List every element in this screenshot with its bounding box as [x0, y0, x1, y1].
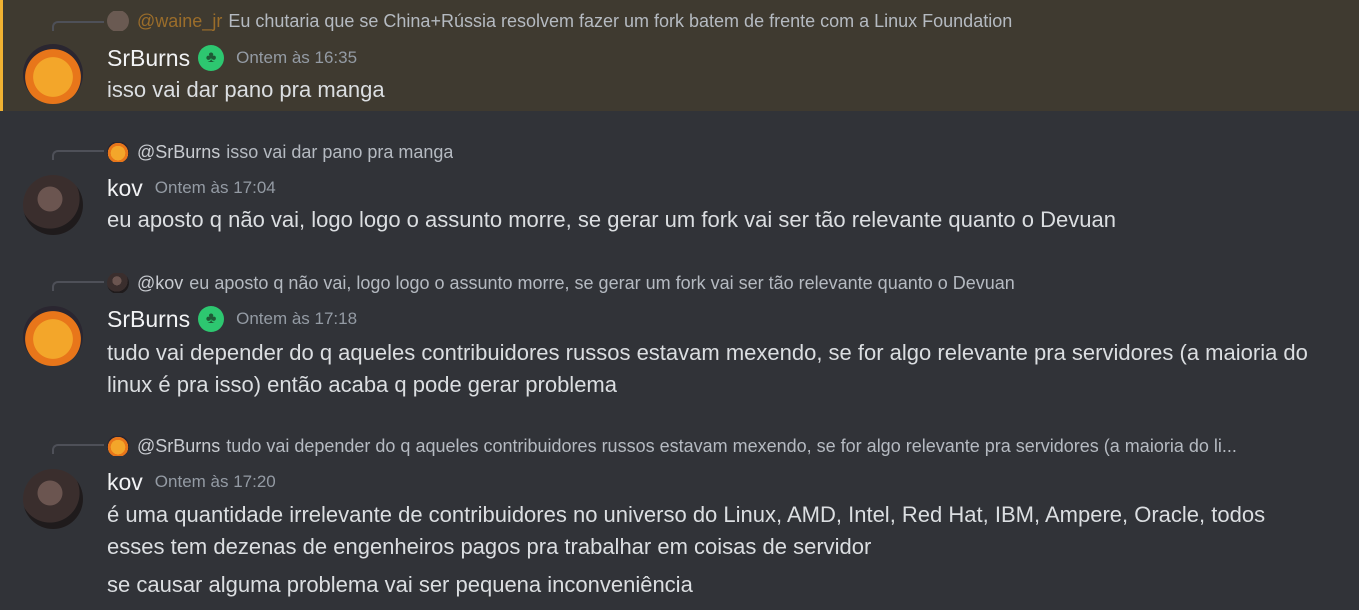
message-header: kov Ontem às 17:04 — [107, 173, 276, 203]
reply-preview[interactable]: @SrBurns isso vai dar pano pra manga — [107, 142, 1352, 162]
reply-spine — [52, 281, 104, 291]
reply-avatar — [107, 436, 129, 456]
avatar[interactable] — [23, 469, 83, 529]
timestamp: Ontem às 17:04 — [154, 178, 276, 197]
reply-mention[interactable]: @SrBurns — [137, 142, 220, 162]
reply-spine — [52, 21, 104, 31]
reply-text: eu aposto q não vai, logo logo o assunto… — [189, 273, 1015, 293]
timestamp: Ontem às 17:18 — [236, 309, 358, 328]
reply-mention[interactable]: @kov — [137, 273, 183, 293]
avatar[interactable] — [23, 44, 83, 104]
username[interactable]: kov — [107, 175, 143, 202]
reply-preview[interactable]: @SrBurns tudo vai depender do q aqueles … — [107, 436, 1352, 456]
username[interactable]: SrBurns — [107, 306, 190, 333]
reply-spine — [52, 150, 104, 160]
reply-spine — [52, 444, 104, 454]
reply-avatar — [107, 142, 129, 162]
clover-badge-icon: ♣ — [198, 45, 225, 71]
reply-mention[interactable]: @waine_jr — [137, 11, 222, 31]
message-text: eu aposto q não vai, logo logo o assunto… — [107, 204, 1352, 236]
username[interactable]: kov — [107, 469, 143, 496]
timestamp: Ontem às 16:35 — [236, 48, 358, 67]
message-line: esses tem dezenas de engenheiros pagos p… — [107, 534, 872, 559]
message-header: SrBurns ♣ Ontem às 16:35 — [107, 43, 357, 73]
reply-preview[interactable]: @waine_jr Eu chutaria que se China+Rússi… — [107, 11, 1352, 31]
message-header: SrBurns ♣ Ontem às 17:18 — [107, 304, 357, 334]
message[interactable]: @SrBurns isso vai dar pano pra manga kov… — [0, 140, 1359, 245]
message[interactable]: @SrBurns tudo vai depender do q aqueles … — [0, 434, 1359, 610]
message-header: kov Ontem às 17:20 — [107, 467, 276, 497]
message-line: tudo vai depender do q aqueles contribui… — [107, 340, 1308, 365]
message-line: isso vai dar pano pra manga — [107, 77, 385, 102]
reply-preview[interactable]: @kov eu aposto q não vai, logo logo o as… — [107, 273, 1352, 293]
message-text: isso vai dar pano pra manga — [107, 74, 1352, 106]
message[interactable]: @kov eu aposto q não vai, logo logo o as… — [0, 271, 1359, 411]
username[interactable]: SrBurns — [107, 45, 190, 72]
reply-text: Eu chutaria que se China+Rússia resolvem… — [228, 11, 1013, 31]
message-text: é uma quantidade irrelevante de contribu… — [107, 499, 1352, 601]
message-line: eu aposto q não vai, logo logo o assunto… — [107, 207, 1116, 232]
message-line: é uma quantidade irrelevante de contribu… — [107, 502, 1266, 527]
reply-mention[interactable]: @SrBurns — [137, 436, 220, 456]
message-line: linux é pra isso) então acaba q pode ger… — [107, 372, 617, 397]
reply-text: isso vai dar pano pra manga — [226, 142, 454, 162]
message-text: tudo vai depender do q aqueles contribui… — [107, 337, 1352, 401]
reply-avatar — [107, 11, 129, 31]
chat-messages: @waine_jr Eu chutaria que se China+Rússi… — [0, 0, 1359, 610]
avatar[interactable] — [23, 306, 83, 366]
timestamp: Ontem às 17:20 — [154, 472, 276, 491]
reply-text: tudo vai depender do q aqueles contribui… — [226, 436, 1237, 456]
reply-avatar — [107, 273, 129, 293]
message[interactable]: @waine_jr Eu chutaria que se China+Rússi… — [0, 0, 1359, 111]
message-line: se causar alguma problema vai ser pequen… — [107, 572, 693, 597]
clover-badge-icon: ♣ — [198, 306, 225, 332]
avatar[interactable] — [23, 175, 83, 235]
